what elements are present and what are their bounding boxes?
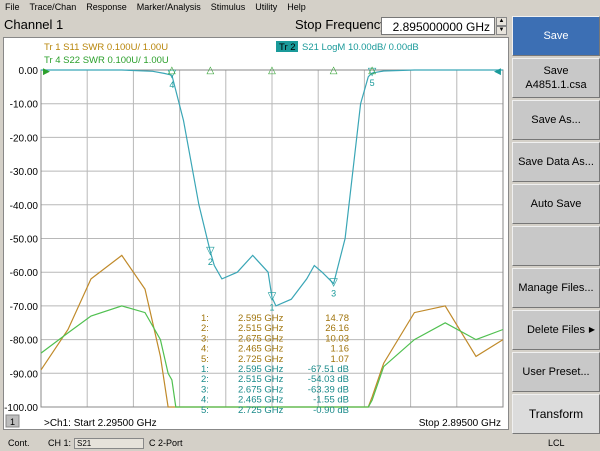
y-tick-label: -90.00 xyxy=(10,369,39,380)
status-cont: Cont. xyxy=(8,438,30,448)
softkey-transform[interactable]: Transform xyxy=(512,394,600,434)
chart-stop-label: Stop 2.89500 GHz xyxy=(419,418,501,429)
softkey-auto-save[interactable]: Auto Save xyxy=(512,184,600,224)
marker-top-icon: △ xyxy=(168,65,176,76)
softkey-manage-files[interactable]: Manage Files... xyxy=(512,268,600,308)
stop-frequency-label: Stop Frequency xyxy=(295,17,387,32)
softkey-save[interactable]: Save A4851.1.csa xyxy=(512,58,600,98)
marker-number: 1 xyxy=(269,303,274,313)
ref-arrow-icon: ◀ xyxy=(494,66,501,76)
status-port: C 2-Port xyxy=(149,438,183,448)
marker-number: 2 xyxy=(208,257,213,267)
status-lcl: LCL xyxy=(548,438,565,448)
marker-number: 5 xyxy=(370,78,375,88)
marker-table-freq: 2.725 GHz xyxy=(238,405,284,416)
marker-number: 4 xyxy=(169,80,174,90)
chart-frame: 0.00 -10.00 -20.00 -30.00 -40.00 -50.00 -60.00… xyxy=(3,37,509,430)
menu-item-help[interactable]: Help xyxy=(282,0,311,15)
marker-table-value: -0.90 dB xyxy=(313,405,349,416)
stop-frequency-input[interactable]: 2.895000000 GHz xyxy=(381,17,495,35)
menu-item-utility[interactable]: Utility xyxy=(250,0,282,15)
marker-triangle-icon: ▽ xyxy=(206,244,215,257)
marker-top-icon: △ xyxy=(268,65,276,76)
spin-up-icon[interactable]: ▲ xyxy=(496,17,507,26)
menu-item-trace-chan[interactable]: Trace/Chan xyxy=(25,0,82,15)
menu-item-file[interactable]: File xyxy=(0,0,25,15)
marker-table-num: 5: xyxy=(201,405,209,416)
softkey-save-as[interactable]: Save As... xyxy=(512,100,600,140)
spin-down-icon[interactable]: ▼ xyxy=(496,26,507,35)
softkey-user-preset[interactable]: User Preset... xyxy=(512,352,600,392)
softkey-save-data-as[interactable]: Save Data As... xyxy=(512,142,600,182)
measurement-chart: 0.00 -10.00 -20.00 -30.00 -40.00 -50.00 -60.00… xyxy=(4,41,504,429)
menu-item-marker-analysis[interactable]: Marker/Analysis xyxy=(132,0,206,15)
marker-number: 3 xyxy=(331,289,336,299)
softkey-panel: Save Save A4851.1.csa Save As... Save Data A… xyxy=(512,16,600,436)
trace-4-label: Tr 4 S22 SWR 0.100U/ 1.00U xyxy=(44,55,169,66)
softkey-save[interactable]: Save xyxy=(512,16,600,56)
marker-top-icon: △ xyxy=(207,65,215,76)
menu-bar: File Trace/Chan Response Marker/Analysis Sti… xyxy=(0,0,600,15)
y-tick-label: -50.00 xyxy=(10,235,39,246)
marker-triangle-icon: ▽ xyxy=(329,276,338,289)
marker-top-icon: △ xyxy=(368,65,376,76)
status-channel: CH 1: xyxy=(48,438,72,448)
menu-item-response[interactable]: Response xyxy=(81,0,132,15)
status-bar: Cont. CH 1: S21 C 2-Port LCL xyxy=(0,437,600,451)
trace-1-label: Tr 1 S11 SWR 0.100U/ 1.00U xyxy=(44,42,168,53)
softkey-delete-files[interactable]: Delete Files ▶ xyxy=(512,310,600,350)
submenu-arrow-icon: ▶ xyxy=(588,325,595,334)
chart-index: 1 xyxy=(10,417,15,427)
channel-title: Channel 1 xyxy=(4,17,64,32)
y-tick-label: -40.00 xyxy=(10,201,39,212)
y-tick-label: -70.00 xyxy=(10,302,39,313)
y-tick-label: -100.00 xyxy=(4,403,38,414)
ref-arrow-icon: ▶ xyxy=(43,66,50,76)
menu-item-stimulus[interactable]: Stimulus xyxy=(206,0,251,15)
y-tick-label: 0.00 xyxy=(19,66,39,77)
chart-start-label: >Ch1: Start 2.29500 GHz xyxy=(44,418,157,429)
y-tick-label: -20.00 xyxy=(10,133,39,144)
marker-triangle-icon: ▽ xyxy=(268,290,277,303)
trace-2-label: S21 LogM 10.00dB/ 0.00dB xyxy=(302,42,419,53)
trace-2-tag-label: Tr 2 xyxy=(279,42,296,53)
status-param: S21 xyxy=(74,438,144,449)
marker-top-icon: △ xyxy=(330,65,338,76)
y-tick-label: -10.00 xyxy=(10,100,39,111)
softkey-blank[interactable] xyxy=(512,226,600,266)
y-tick-label: -60.00 xyxy=(10,268,39,279)
y-tick-label: -30.00 xyxy=(10,167,39,178)
y-tick-label: -80.00 xyxy=(10,336,39,347)
